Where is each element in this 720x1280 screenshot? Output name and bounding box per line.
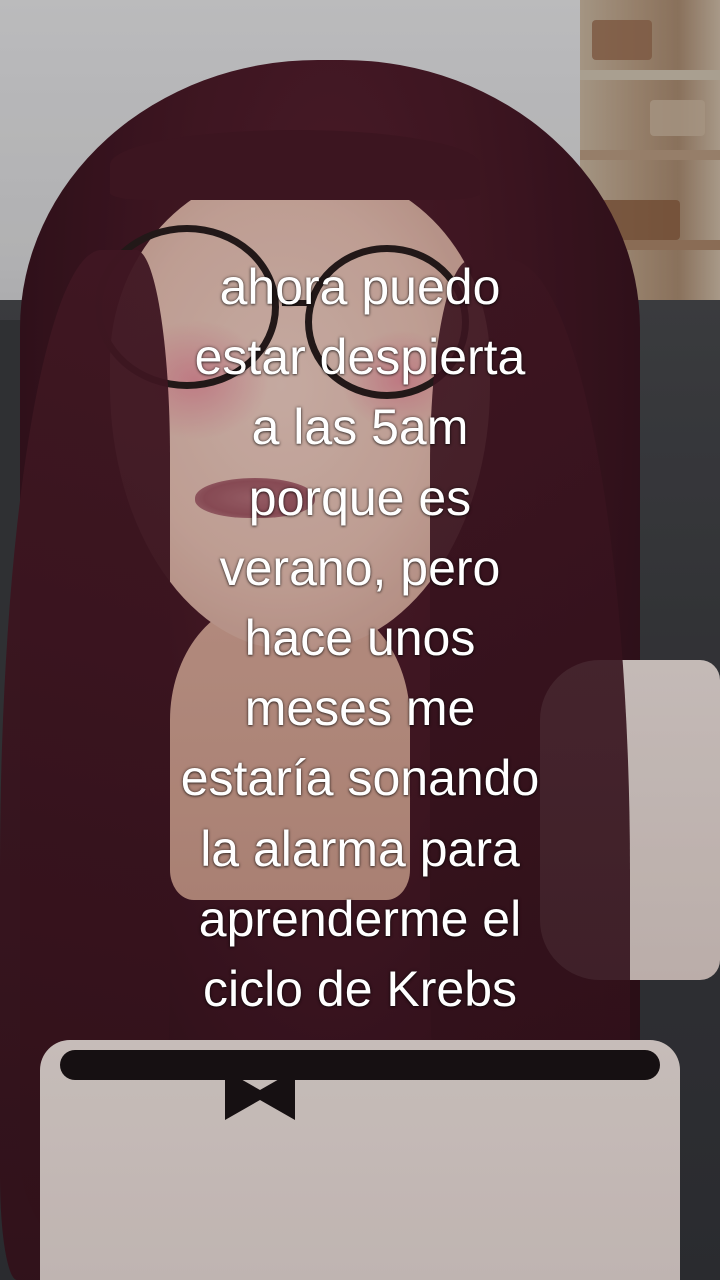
caption-line: verano, pero bbox=[219, 539, 501, 596]
caption-line: a las 5am bbox=[251, 399, 469, 456]
caption-line: meses me bbox=[244, 680, 476, 737]
video-caption: ahora puedo estar despierta a las 5am po… bbox=[60, 252, 660, 1024]
caption-line: estar despierta bbox=[194, 329, 526, 386]
caption-line: estaría sonando bbox=[180, 750, 540, 807]
caption-line: la alarma para bbox=[200, 820, 520, 877]
caption-line: hace unos bbox=[244, 610, 476, 667]
caption-line: porque es bbox=[248, 469, 472, 526]
caption-line: ciclo de Krebs bbox=[202, 961, 518, 1018]
caption-line: aprenderme el bbox=[198, 890, 522, 947]
caption-line: ahora puedo bbox=[219, 259, 501, 315]
video-frame[interactable]: ahora puedo estar despierta a las 5am po… bbox=[0, 0, 720, 1280]
